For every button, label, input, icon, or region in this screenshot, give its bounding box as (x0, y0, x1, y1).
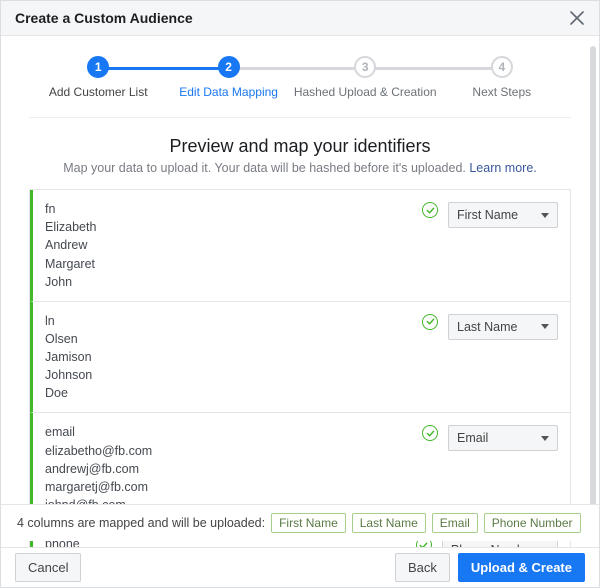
check-icon (422, 202, 438, 218)
step-label: Add Customer List (49, 85, 148, 99)
custom-audience-dialog: Create a Custom Audience 1 Add Customer … (0, 0, 600, 588)
summary-tag: Last Name (352, 513, 426, 533)
step-label: Hashed Upload & Creation (294, 85, 437, 99)
mapping-samples: email elizabetho@fb.com andrewj@fb.com m… (45, 423, 422, 514)
dialog-header: Create a Custom Audience (1, 1, 599, 36)
mapping-samples: fn Elizabeth Andrew Margaret John (45, 200, 422, 291)
check-icon (422, 314, 438, 330)
scrollbar-thumb[interactable] (590, 46, 596, 516)
step-number: 4 (491, 56, 513, 78)
dialog-title: Create a Custom Audience (15, 10, 569, 26)
stepper: 1 Add Customer List 2 Edit Data Mapping … (29, 52, 571, 118)
step-next-steps[interactable]: 4 Next Steps (437, 56, 567, 99)
mapping-list: fn Elizabeth Andrew Margaret John First … (29, 189, 571, 546)
summary-tag: First Name (271, 513, 346, 533)
upload-create-button[interactable]: Upload & Create (458, 553, 585, 582)
step-label: Next Steps (472, 85, 531, 99)
step-label: Edit Data Mapping (179, 85, 278, 99)
summary-tag: Phone Number (484, 513, 581, 533)
mapping-row: fn Elizabeth Andrew Margaret John First … (30, 190, 570, 302)
mapping-row: ln Olsen Jamison Johnson Doe Last Name (30, 302, 570, 414)
learn-more-link[interactable]: Learn more. (469, 161, 536, 175)
chevron-down-icon (541, 324, 549, 329)
identifier-select[interactable]: Last Name (448, 314, 558, 340)
page-subtitle: Map your data to upload it. Your data wi… (29, 161, 571, 175)
close-icon[interactable] (569, 10, 585, 26)
step-number: 3 (354, 56, 376, 78)
dialog-body: 1 Add Customer List 2 Edit Data Mapping … (1, 36, 599, 546)
summary-text: 4 columns are mapped and will be uploade… (17, 516, 265, 530)
check-icon (422, 425, 438, 441)
dialog-footer: Cancel Back Upload & Create (1, 547, 599, 587)
summary-tag: Email (432, 513, 478, 533)
identifier-select[interactable]: Email (448, 425, 558, 451)
step-edit-data-mapping[interactable]: 2 Edit Data Mapping (163, 56, 293, 99)
step-add-customer-list[interactable]: 1 Add Customer List (33, 56, 163, 99)
scrollbar-track[interactable] (585, 36, 599, 546)
intro-block: Preview and map your identifiers Map you… (29, 136, 571, 175)
mapping-samples: ln Olsen Jamison Johnson Doe (45, 312, 422, 403)
chevron-down-icon (541, 213, 549, 218)
chevron-down-icon (541, 436, 549, 441)
step-hashed-upload[interactable]: 3 Hashed Upload & Creation (294, 56, 437, 99)
identifier-select[interactable]: First Name (448, 202, 558, 228)
step-number: 2 (218, 56, 240, 78)
step-number: 1 (87, 56, 109, 78)
page-title: Preview and map your identifiers (29, 136, 571, 157)
cancel-button[interactable]: Cancel (15, 553, 81, 582)
mapped-summary: 4 columns are mapped and will be uploade… (1, 504, 599, 541)
back-button[interactable]: Back (395, 553, 450, 582)
